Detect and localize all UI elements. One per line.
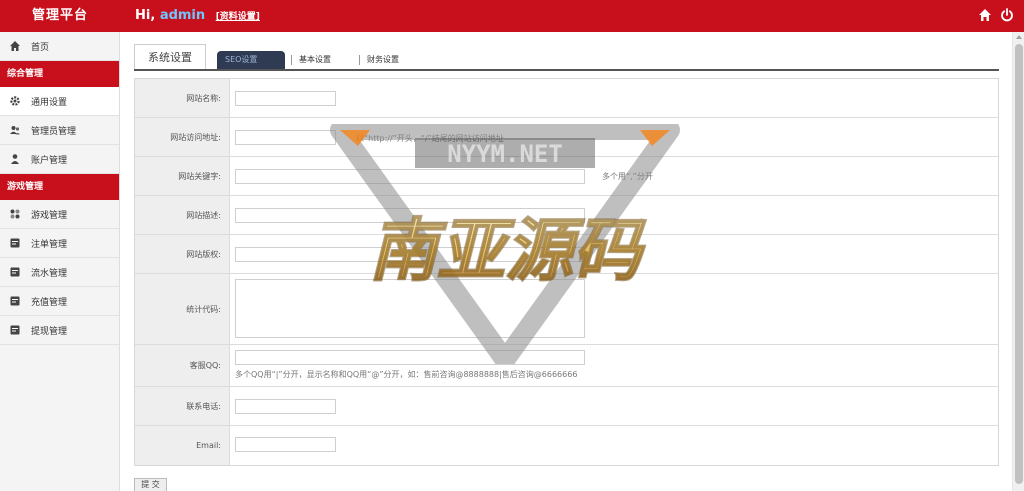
sidebar-item-label: 管理员管理	[31, 126, 77, 137]
scrollbar-thumb[interactable]	[1015, 44, 1023, 484]
tab-basic-settings[interactable]: 基本设置	[291, 55, 331, 65]
keywords-input[interactable]	[235, 169, 585, 184]
seo-settings-form: 网站名称: 网站访问地址: 以“http://”开头，“/”结尾的网站访问地址 …	[134, 78, 999, 466]
sidebar-item-label: 提现管理	[31, 326, 68, 337]
sidebar-item-turnover-management[interactable]: 流水管理	[0, 258, 119, 287]
form-row-keywords: 网站关键字: 多个用“,”分开	[135, 157, 998, 196]
sidebar-item-general-settings[interactable]: 通用设置	[0, 87, 119, 116]
document-icon	[9, 295, 21, 307]
email-input[interactable]	[235, 437, 336, 452]
greeting: Hi, admin [资料设置]	[135, 0, 260, 32]
site-url-hint: 以“http://”开头，“/”结尾的网站访问地址	[356, 134, 504, 143]
stats-code-label: 统计代码:	[135, 274, 230, 344]
sidebar-item-recharge-management[interactable]: 充值管理	[0, 287, 119, 316]
brand-title: 管理平台	[31, 8, 88, 23]
sidebar-group-general: 综合管理	[0, 61, 119, 87]
document-icon	[9, 237, 21, 249]
sidebar-item-label: 流水管理	[31, 268, 68, 279]
sidebar-item-label: 注单管理	[31, 239, 68, 250]
settings-tabs: 系统设置 SEO设置 基本设置 财务设置	[134, 44, 999, 71]
sidebar: 首页 综合管理 通用设置 管理员管理 账户管理 游戏管理 游戏管理 注单管理 流…	[0, 32, 120, 491]
form-row-stats-code: 统计代码:	[135, 274, 998, 345]
sidebar-item-bet-management[interactable]: 注单管理	[0, 229, 119, 258]
site-url-input[interactable]	[235, 130, 336, 145]
email-label: Email:	[135, 426, 230, 465]
username: admin	[159, 8, 206, 23]
page-scrollbar[interactable]	[1012, 32, 1024, 491]
greeting-text: Hi,	[135, 8, 156, 23]
form-row-copyright: 网站版权:	[135, 235, 998, 274]
document-icon	[9, 324, 21, 336]
sidebar-item-label: 首页	[31, 42, 50, 53]
form-row-email: Email:	[135, 426, 998, 465]
game-icon	[9, 208, 21, 220]
form-row-site-url: 网站访问地址: 以“http://”开头，“/”结尾的网站访问地址	[135, 118, 998, 157]
sidebar-item-account-management[interactable]: 账户管理	[0, 145, 119, 174]
site-url-label: 网站访问地址:	[135, 118, 230, 156]
qq-hint: 多个QQ用“|”分开，显示名称和QQ用“@”分开，如：售前咨询@8888888|…	[235, 370, 578, 379]
keywords-hint: 多个用“,”分开	[602, 172, 653, 181]
form-row-qq: 客服QQ: 多个QQ用“|”分开，显示名称和QQ用“@”分开，如：售前咨询@88…	[135, 345, 998, 387]
top-header: 管理平台 Hi, admin [资料设置]	[0, 0, 1024, 32]
copyright-input[interactable]	[235, 247, 585, 262]
qq-label: 客服QQ:	[135, 345, 230, 386]
sidebar-item-label: 账户管理	[31, 155, 68, 166]
stats-code-textarea[interactable]	[235, 279, 585, 338]
sidebar-item-label: 游戏管理	[31, 210, 68, 221]
profile-settings-link[interactable]: [资料设置]	[216, 12, 260, 22]
phone-input[interactable]	[235, 399, 336, 414]
site-name-label: 网站名称:	[135, 79, 230, 117]
users-icon	[9, 124, 21, 136]
sidebar-group-game: 游戏管理	[0, 174, 119, 200]
user-icon	[9, 153, 21, 165]
page-title: 系统设置	[134, 44, 206, 69]
form-row-phone: 联系电话:	[135, 387, 998, 426]
tab-finance-settings[interactable]: 财务设置	[359, 55, 399, 65]
power-icon[interactable]	[1000, 8, 1014, 22]
submit-button[interactable]: 提 交	[134, 478, 167, 491]
home-icon	[9, 40, 21, 52]
keywords-label: 网站关键字:	[135, 157, 230, 195]
description-label: 网站描述:	[135, 196, 230, 234]
sidebar-item-home[interactable]: 首页	[0, 32, 119, 61]
sidebar-item-withdraw-management[interactable]: 提现管理	[0, 316, 119, 345]
sidebar-item-admin-management[interactable]: 管理员管理	[0, 116, 119, 145]
phone-label: 联系电话:	[135, 387, 230, 425]
qq-input[interactable]	[235, 350, 585, 365]
home-icon[interactable]	[978, 8, 992, 22]
sidebar-item-game-management[interactable]: 游戏管理	[0, 200, 119, 229]
form-row-site-name: 网站名称:	[135, 79, 998, 118]
scroll-up-arrow-icon[interactable]	[1016, 35, 1022, 39]
document-icon	[9, 266, 21, 278]
form-row-description: 网站描述:	[135, 196, 998, 235]
copyright-label: 网站版权:	[135, 235, 230, 273]
gear-icon	[9, 95, 21, 107]
tab-seo-settings[interactable]: SEO设置	[217, 51, 285, 69]
sidebar-item-label: 充值管理	[31, 297, 68, 308]
description-input[interactable]	[235, 208, 585, 223]
sidebar-item-label: 通用设置	[31, 97, 68, 108]
site-name-input[interactable]	[235, 91, 336, 106]
